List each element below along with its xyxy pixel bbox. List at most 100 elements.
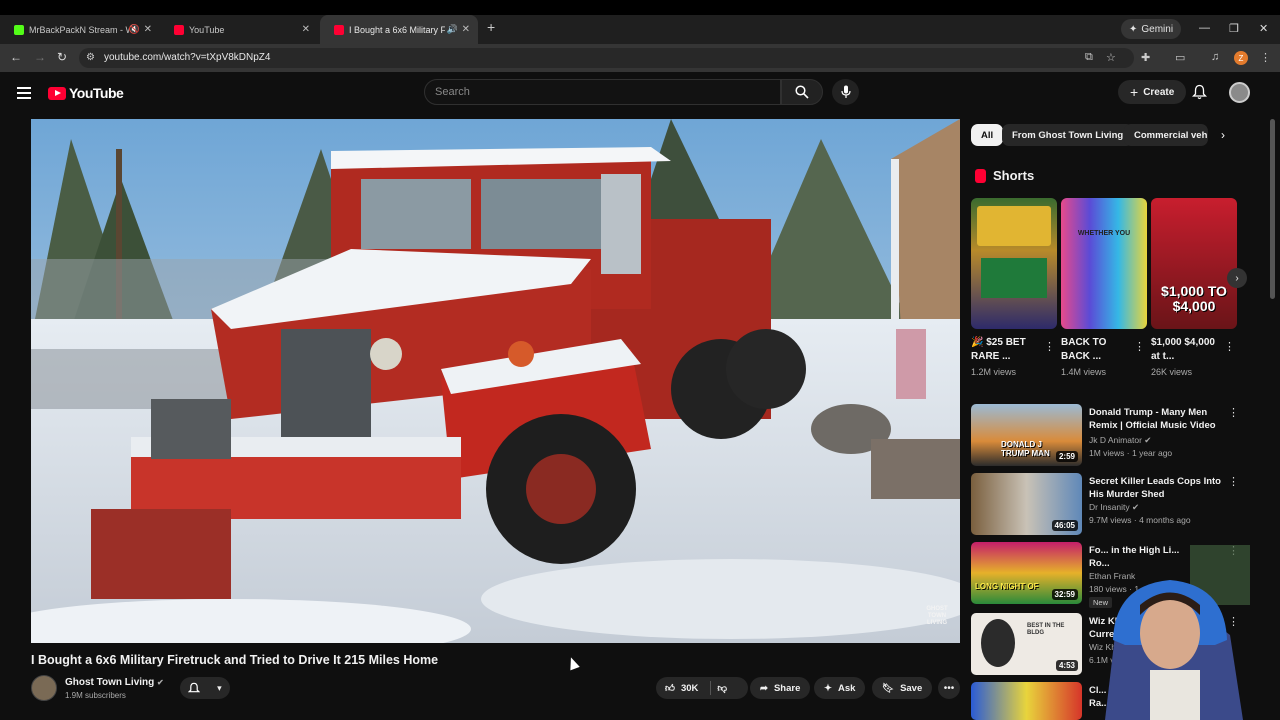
short-title[interactable]: 🎉 $25 BET RARE ... (971, 336, 1037, 364)
install-app-icon[interactable]: ⧉ (1085, 51, 1093, 64)
like-count: 30K (680, 682, 699, 694)
short-title[interactable]: $1,000 $4,000 at t... (1151, 336, 1217, 364)
close-window-icon[interactable]: ✕ (1259, 22, 1268, 35)
voice-search-button[interactable] (832, 79, 859, 105)
short-views: 1.4M views (1061, 367, 1107, 377)
recommendation-thumbnail: BEST IN THE BLDG 4:53 (971, 613, 1082, 675)
forward-icon[interactable]: → (34, 50, 46, 64)
recommendation-menu-kebab-icon[interactable]: ⋮ (1228, 475, 1239, 488)
bookmark-star-icon[interactable]: ☆ (1106, 51, 1116, 64)
chip-all[interactable]: All (971, 124, 1004, 146)
save-bookmark-icon: 🔖︎ (882, 682, 895, 694)
more-actions-icon[interactable]: ••• (938, 677, 960, 699)
chevron-down-icon: ▾ (217, 682, 222, 693)
video-duration: 2:59 (1055, 451, 1078, 462)
thumb-text: LONG NIGHT OF (975, 582, 1039, 591)
recommendation-channel: Dr Insanity ✔ (1089, 502, 1139, 513)
shorts-heading: Shorts (975, 168, 1034, 183)
chip-label: From Ghost Town Living (1012, 129, 1124, 141)
reload-icon[interactable]: ↻ (57, 50, 67, 64)
search-input[interactable]: Search (424, 79, 781, 105)
streamer-webcam-overlay (1095, 545, 1250, 720)
recommendation-item[interactable]: DONALD J TRUMP MAN 2:59 Donald Trump - M… (971, 404, 1241, 466)
search-icon (795, 85, 809, 99)
search-button[interactable] (781, 79, 823, 105)
tab-title: I Bought a 6x6 Military Firetr (349, 24, 445, 35)
profile-initial: Z (1238, 53, 1244, 63)
short-menu-kebab-icon[interactable]: ⋮ (1224, 340, 1235, 353)
subscriber-count: 1.9M subscribers (65, 691, 126, 700)
sidebar-icon[interactable]: ▭ (1175, 51, 1185, 64)
close-tab-icon[interactable]: ✕ (144, 24, 152, 35)
youtube-favicon-icon (174, 24, 184, 35)
video-player[interactable]: GHOST TOWN LIVING (31, 119, 960, 643)
recommendation-item[interactable]: 46:05 Secret Killer Leads Cops Into His … (971, 473, 1241, 535)
gemini-button[interactable]: ✦ Gemini (1121, 19, 1182, 39)
account-avatar[interactable] (1229, 82, 1250, 103)
chips-next-chevron-icon[interactable]: › (1212, 124, 1234, 146)
channel-avatar[interactable] (31, 675, 57, 701)
minimize-icon[interactable]: — (1199, 22, 1210, 34)
audio-playing-icon[interactable]: 🔊 (447, 24, 458, 35)
url-text[interactable]: youtube.com/watch?v=tXpV8kDNpZ4 (104, 52, 270, 63)
shorts-heading-text: Shorts (993, 168, 1035, 183)
search-placeholder: Search (435, 86, 470, 98)
youtube-play-icon (48, 86, 66, 100)
back-icon[interactable]: ← (10, 50, 22, 64)
channel-name[interactable]: Ghost Town Living ✔ (65, 677, 164, 688)
share-arrow-icon: ➦ (760, 682, 768, 694)
create-label: Create (1143, 86, 1175, 98)
close-tab-icon[interactable]: ✕ (302, 24, 310, 35)
profile-avatar[interactable]: Z (1234, 51, 1248, 65)
extensions-icon[interactable]: ✚ (1141, 51, 1150, 64)
short-thumbnail[interactable] (971, 198, 1057, 329)
tab-youtube[interactable]: YouTube ✕ (160, 15, 318, 44)
bell-icon (188, 682, 201, 692)
subscribed-notifications-button[interactable]: ▾ (180, 677, 230, 699)
chip-commercial-vehicles[interactable]: Commercial vehi (1124, 124, 1208, 146)
thumbs-down-icon[interactable]: 👎︎ (717, 682, 727, 694)
chip-label: All (981, 129, 994, 141)
menu-kebab-icon[interactable]: ⋮ (1260, 51, 1271, 64)
short-views: 26K views (1151, 367, 1193, 377)
channel-name-text: Ghost Town Living (65, 677, 155, 688)
new-tab-button[interactable]: + (487, 19, 495, 35)
restore-icon[interactable]: ❐ (1229, 22, 1239, 35)
ask-button[interactable]: ✦ Ask (814, 677, 866, 699)
youtube-logo[interactable]: YouTube (48, 85, 124, 101)
page-scrollbar[interactable] (1270, 119, 1275, 299)
recommendation-channel: Jk D Animator ✔ (1089, 435, 1151, 446)
like-button[interactable]: 👍︎ 30K 👎︎ (656, 677, 748, 699)
save-button[interactable]: 🔖︎ Save (872, 677, 933, 699)
hamburger-menu-icon[interactable] (17, 87, 31, 102)
recommendation-title: Secret Killer Leads Cops Into His Murder… (1089, 476, 1221, 500)
short-title[interactable]: BACK TO BACK ... (1061, 336, 1127, 364)
shorts-next-chevron-icon[interactable]: › (1227, 268, 1247, 288)
video-title: I Bought a 6x6 Military Firetruck and Tr… (31, 653, 439, 667)
thumb-text: BEST IN THE BLDG (1027, 623, 1065, 636)
short-thumbnail[interactable]: WHETHER YOU (1061, 198, 1147, 329)
tab-title: YouTube (189, 24, 225, 35)
short-thumb-text: WHETHER YOU (1077, 230, 1131, 237)
create-button[interactable]: + Create (1118, 80, 1187, 104)
notifications-bell-icon[interactable] (1192, 84, 1207, 100)
site-info-icon[interactable]: ⚙ (86, 52, 95, 63)
video-duration: 4:53 (1055, 660, 1078, 671)
media-control-icon[interactable]: ♫ (1211, 51, 1219, 63)
microphone-icon (840, 85, 851, 98)
mute-icon[interactable]: 🔇 (129, 24, 140, 35)
short-menu-kebab-icon[interactable]: ⋮ (1134, 340, 1145, 353)
chip-from-channel[interactable]: From Ghost Town Living (1002, 124, 1134, 146)
close-tab-icon[interactable]: ✕ (462, 24, 470, 35)
tab-stream[interactable]: MrBackPackN Stream - Wa 🔇 ✕ (0, 15, 160, 44)
short-menu-kebab-icon[interactable]: ⋮ (1044, 340, 1055, 353)
recommendation-menu-kebab-icon[interactable]: ⋮ (1228, 406, 1239, 419)
short-thumbnail[interactable]: $1,000 TO $4,000 (1151, 198, 1237, 329)
share-button[interactable]: ➦ Share (750, 677, 811, 699)
recommendation-meta: 9.7M views · 4 months ago (1089, 515, 1191, 525)
tab-current-video[interactable]: I Bought a 6x6 Military Firetr 🔊 ✕ (320, 15, 478, 44)
kick-favicon-icon (14, 24, 24, 35)
verified-check-icon: ✔ (157, 678, 164, 687)
thumbs-up-icon: 👍︎ (665, 683, 675, 694)
slot-reels-graphic (981, 258, 1047, 298)
